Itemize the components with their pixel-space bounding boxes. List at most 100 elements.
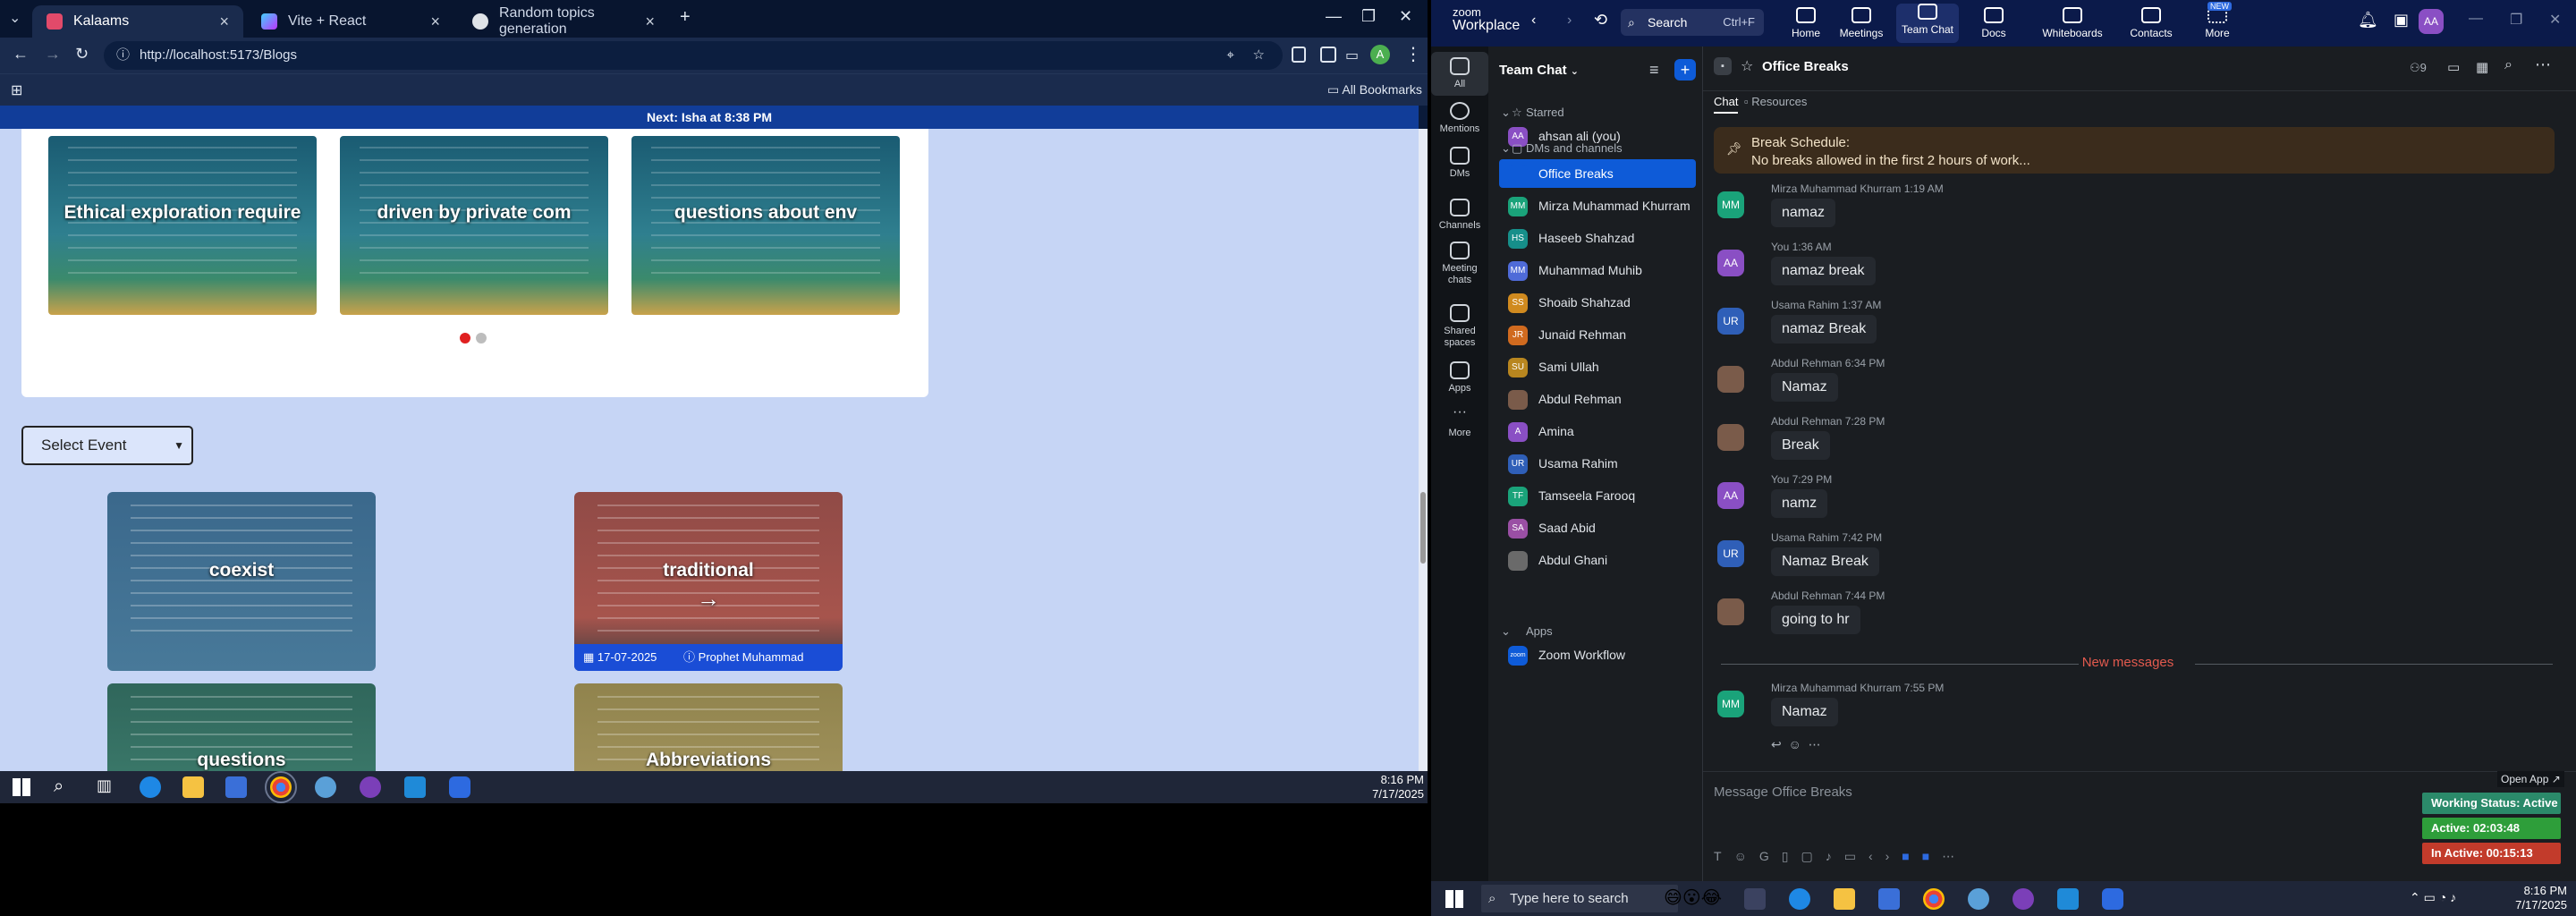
edge-icon[interactable] bbox=[1789, 888, 1810, 910]
rail-mentions[interactable]: Mentions bbox=[1431, 102, 1488, 135]
zoom-search[interactable]: ⌕ Search Ctrl+F bbox=[1621, 9, 1764, 36]
url-input[interactable]: ⓘ http://localhost:5173/Blogs ⌖ ☆ bbox=[104, 41, 1283, 70]
list-item[interactable]: MM Muhammad Muhib bbox=[1499, 256, 1696, 284]
tray-icons[interactable]: ⌃ ▭ ◔ ♪ bbox=[2410, 890, 2456, 905]
window-close-button[interactable]: ✕ bbox=[2549, 11, 2561, 29]
emoji-icon[interactable]: ☺ bbox=[1789, 737, 1801, 751]
tab-vite[interactable]: Vite + React × bbox=[247, 5, 454, 38]
list-item[interactable]: SS Shoaib Shahzad bbox=[1499, 288, 1696, 317]
nav-more[interactable]: NEW More bbox=[2186, 2, 2249, 39]
chrome-icon[interactable] bbox=[265, 771, 297, 803]
event-card[interactable]: questions bbox=[107, 683, 376, 771]
video-icon[interactable]: ▭ bbox=[2447, 59, 2460, 75]
slide-card[interactable]: Ethical exploration require bbox=[48, 136, 317, 315]
list-item[interactable]: zoom Zoom Workflow bbox=[1499, 640, 1696, 669]
forward-icon[interactable]: → bbox=[45, 45, 61, 64]
close-icon[interactable]: × bbox=[430, 13, 440, 31]
maximize-button[interactable]: ❐ bbox=[1361, 7, 1376, 26]
tab-kalaams[interactable]: Kalaams × bbox=[32, 5, 243, 38]
calendar-icon[interactable]: ▦ bbox=[2476, 59, 2488, 75]
scrollbar-thumb[interactable] bbox=[1420, 492, 1426, 564]
arrow-right-icon[interactable]: → bbox=[574, 585, 843, 613]
rail-shared-spaces[interactable]: Shared spaces bbox=[1431, 304, 1488, 349]
video-message-icon[interactable]: ▭ bbox=[1844, 849, 1868, 863]
tab-random-topics[interactable]: Random topics generation × bbox=[458, 5, 669, 38]
zoom-taskbar-icon[interactable] bbox=[449, 776, 470, 798]
emoji-widget-icon[interactable]: 😄😮😂 bbox=[1664, 886, 1722, 909]
tab-resources[interactable]: ▫ Resources bbox=[1744, 95, 1807, 108]
event-card[interactable]: traditional → ▦ 17-07-2025 ⓘ Prophet Muh… bbox=[574, 492, 843, 671]
store-icon[interactable] bbox=[1878, 888, 1900, 910]
windows-start-icon[interactable] bbox=[13, 778, 30, 796]
taskbar-search[interactable]: ⌕ Type here to search bbox=[1481, 885, 1678, 912]
task-view-icon[interactable]: ▥ bbox=[97, 776, 112, 795]
chrome-icon[interactable] bbox=[1923, 888, 1945, 910]
nav-team-chat[interactable]: Team Chat bbox=[1896, 4, 1959, 43]
sidebar-icon[interactable]: ▭ bbox=[1345, 47, 1359, 64]
all-bookmarks[interactable]: ▭ All Bookmarks bbox=[1327, 82, 1422, 98]
message-input[interactable]: Message Office Breaks bbox=[1714, 779, 2429, 806]
profile-avatar[interactable]: A bbox=[1370, 45, 1390, 64]
filter-icon[interactable]: ≡ bbox=[1649, 61, 1659, 80]
github-desktop-icon[interactable] bbox=[360, 776, 381, 798]
text-format-icon[interactable]: T bbox=[1714, 849, 1734, 863]
file-explorer-icon[interactable] bbox=[182, 776, 204, 798]
site-info-icon[interactable]: ⓘ bbox=[116, 41, 130, 70]
starred-header[interactable]: ⌄ ☆ Starred bbox=[1499, 106, 1564, 119]
forward-icon[interactable]: › bbox=[1567, 13, 1572, 29]
member-count[interactable]: ⚇9 bbox=[2410, 61, 2427, 75]
apps-grid-icon[interactable]: ⊞ bbox=[11, 81, 22, 99]
user-avatar[interactable]: AA bbox=[2419, 9, 2444, 34]
bookmark-star-icon[interactable]: ☆ bbox=[1253, 41, 1265, 70]
app-icon[interactable] bbox=[1968, 888, 1989, 910]
more-icon[interactable]: ⋯ bbox=[1809, 737, 1821, 751]
store-icon[interactable] bbox=[225, 776, 247, 798]
nav-meetings[interactable]: Meetings bbox=[1830, 7, 1893, 39]
close-icon[interactable]: × bbox=[645, 13, 655, 31]
github-desktop-icon[interactable] bbox=[2012, 888, 2034, 910]
search-icon[interactable]: ⌕ bbox=[2504, 57, 2512, 73]
task-view-icon[interactable] bbox=[1744, 888, 1766, 910]
pinned-message[interactable]: 📌︎ Break Schedule: No breaks allowed in … bbox=[1714, 127, 2555, 174]
vscode-icon[interactable] bbox=[404, 776, 426, 798]
reload-icon[interactable]: ↻ bbox=[75, 45, 89, 64]
minimize-button[interactable]: — bbox=[2469, 11, 2483, 27]
event-card[interactable]: coexist bbox=[107, 492, 376, 671]
more-icon[interactable]: ⋯ bbox=[1942, 849, 1967, 863]
nav-contacts[interactable]: Contacts bbox=[2120, 7, 2182, 39]
vscode-icon[interactable] bbox=[2057, 888, 2079, 910]
app-icon[interactable]: ■ bbox=[1922, 849, 1942, 863]
list-item[interactable]: TF Tamseela Farooq bbox=[1499, 481, 1696, 510]
nav-whiteboards[interactable]: Whiteboards bbox=[2041, 7, 2104, 39]
list-item[interactable]: UR Usama Rahim bbox=[1499, 449, 1696, 478]
puzzle-icon[interactable] bbox=[1320, 47, 1336, 63]
slider-dot[interactable] bbox=[476, 333, 487, 344]
app-icon[interactable]: ■ bbox=[1902, 849, 1921, 863]
tab-chat[interactable]: Chat bbox=[1714, 95, 1739, 114]
window-close-button[interactable]: ✕ bbox=[1399, 7, 1412, 26]
dms-header[interactable]: ⌄ ▢ DMs and channels bbox=[1499, 141, 1623, 155]
rail-meeting-chats[interactable]: Meeting chats bbox=[1431, 242, 1488, 286]
new-tab-button[interactable]: + bbox=[680, 7, 691, 28]
slide-card[interactable]: driven by private com bbox=[340, 136, 608, 315]
list-item[interactable]: Abdul Ghani bbox=[1499, 546, 1696, 574]
list-item[interactable]: MM Mirza Muhammad Khurram bbox=[1499, 191, 1696, 220]
list-item[interactable]: JR Junaid Rehman bbox=[1499, 320, 1696, 349]
screenshot-icon[interactable]: ▢ bbox=[1801, 849, 1825, 863]
back-icon[interactable]: ← bbox=[13, 45, 29, 64]
bell-icon[interactable]: 🔔︎ bbox=[2358, 11, 2378, 30]
list-item[interactable]: Abdul Rehman bbox=[1499, 385, 1696, 413]
reply-icon[interactable]: ↩ bbox=[1771, 737, 1782, 751]
search-icon[interactable]: ⌕ bbox=[54, 776, 64, 797]
slide-card[interactable]: questions about env bbox=[631, 136, 900, 315]
rail-channels[interactable]: Channels bbox=[1431, 199, 1488, 232]
event-card[interactable]: Abbreviations bbox=[574, 683, 843, 771]
extension-icon[interactable] bbox=[1292, 47, 1306, 63]
edge-icon[interactable] bbox=[140, 776, 161, 798]
code-icon[interactable]: ‹› bbox=[1868, 849, 1902, 863]
rail-more[interactable]: ··· More bbox=[1431, 405, 1488, 439]
zoom-taskbar-icon[interactable] bbox=[2102, 888, 2123, 910]
emoji-icon[interactable]: ☺ bbox=[1734, 849, 1759, 863]
menu-icon[interactable]: ⋮ bbox=[1404, 43, 1422, 65]
page-scrollbar[interactable] bbox=[1419, 129, 1428, 771]
